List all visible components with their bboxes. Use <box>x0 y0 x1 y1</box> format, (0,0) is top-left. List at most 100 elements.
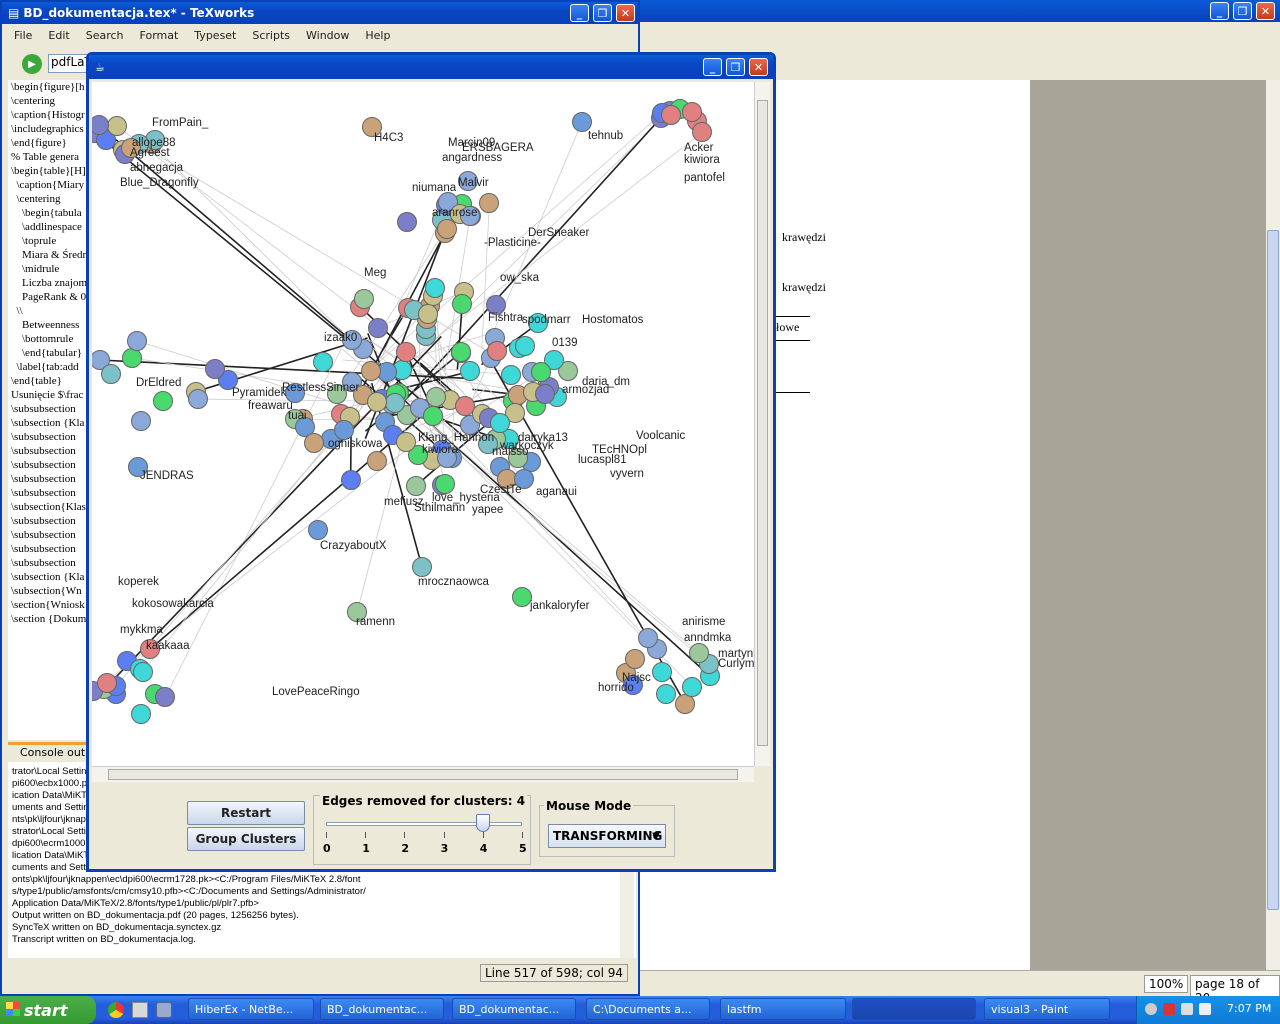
graph-node[interactable] <box>204 358 225 379</box>
graph-node[interactable] <box>132 661 153 682</box>
graph-node[interactable] <box>651 662 672 683</box>
graph-node[interactable] <box>396 431 417 452</box>
graph-titlebar: ☕ <box>89 55 773 79</box>
menu-window[interactable]: Window <box>306 29 349 42</box>
menu-scripts[interactable]: Scripts <box>252 29 290 42</box>
code-line: \section {Dokum <box>11 613 87 625</box>
graph-node[interactable] <box>97 672 118 693</box>
slider-thumb[interactable] <box>475 814 490 832</box>
menu-typeset[interactable]: Typeset <box>194 29 236 42</box>
graph-canvas[interactable]: FromPain_ allope88 Agreest abnegacja Blue_Dr… <box>92 82 754 766</box>
pdf-titlebar <box>640 0 1280 22</box>
graph-node[interactable] <box>572 112 592 132</box>
chevron-down-icon[interactable]: ▼ <box>648 826 664 846</box>
shield-icon[interactable] <box>1163 1003 1175 1015</box>
restart-button[interactable]: Restart <box>187 801 305 825</box>
graph-node[interactable] <box>637 628 658 649</box>
graph-node[interactable] <box>126 330 147 351</box>
menu-help[interactable]: Help <box>365 29 390 42</box>
pdf-scrollbar[interactable] <box>1266 80 1280 970</box>
table-rule <box>776 340 810 341</box>
tray-icon[interactable] <box>1145 1003 1157 1015</box>
node-label: Acker <box>684 142 714 154</box>
quicklaunch-icon[interactable] <box>132 1002 148 1018</box>
graph-node[interactable] <box>500 364 521 385</box>
horizontal-scrollbar[interactable] <box>92 766 754 782</box>
scroll-thumb[interactable] <box>1267 230 1279 910</box>
node-label: Malvir <box>458 177 489 189</box>
graph-node[interactable] <box>682 676 703 697</box>
code-line: \subsubsection <box>11 487 76 499</box>
graph-node[interactable] <box>682 101 703 122</box>
close-icon[interactable]: ✕ <box>749 58 768 76</box>
maximize-icon[interactable]: ❐ <box>593 4 612 22</box>
console-line: s/type1/public/amsfonts/cm/cmsy10.pfb><C… <box>12 886 366 897</box>
graph-node[interactable] <box>531 361 552 382</box>
tray-icon[interactable] <box>1181 1003 1193 1015</box>
graph-node[interactable] <box>425 387 446 408</box>
close-icon[interactable]: ✕ <box>1256 2 1275 20</box>
graph-node[interactable] <box>660 105 681 126</box>
taskbar-item-netbeans[interactable]: HiberEx - NetBe... <box>188 998 314 1020</box>
graph-node[interactable] <box>655 684 676 705</box>
node-label: anndmka <box>684 632 732 644</box>
node-label: Agreest <box>130 147 170 159</box>
chrome-icon[interactable] <box>108 1002 124 1018</box>
group-clusters-button[interactable]: Group Clusters <box>187 827 305 851</box>
slider-track[interactable] <box>326 822 522 826</box>
graph-node[interactable] <box>308 520 328 540</box>
graph-node[interactable] <box>385 392 406 413</box>
ie-icon[interactable] <box>156 1002 172 1018</box>
graph-node[interactable] <box>396 212 417 232</box>
scroll-thumb[interactable] <box>757 100 768 746</box>
code-line: \\ <box>11 305 23 317</box>
minimize-icon[interactable]: _ <box>703 58 722 76</box>
menu-format[interactable]: Format <box>140 29 179 42</box>
taskbar-item-explorer[interactable]: C:\Documents a... <box>586 998 710 1020</box>
graph-node[interactable] <box>340 469 361 490</box>
graph-node[interactable] <box>405 475 426 496</box>
zoom-level[interactable]: 100% <box>1144 975 1189 993</box>
graph-node[interactable] <box>512 587 532 607</box>
graph-node[interactable] <box>100 364 121 385</box>
graph-node[interactable] <box>489 413 510 434</box>
menu-edit[interactable]: Edit <box>48 29 69 42</box>
graph-node[interactable] <box>417 303 438 324</box>
graph-node[interactable] <box>486 341 507 362</box>
taskbar-item-lastfm[interactable]: lastfm <box>720 998 846 1020</box>
graph-node[interactable] <box>312 352 333 373</box>
taskbar-item-pdf[interactable]: BD_dokumentac... <box>452 998 576 1020</box>
menu-file[interactable]: File <box>14 29 32 42</box>
cursor-position: Line 517 of 598; col 94 <box>480 964 629 982</box>
slider-tick-label: 4 <box>479 842 488 855</box>
graph-node[interactable] <box>395 342 416 363</box>
code-editor[interactable]: \begin{figure}[h \centering \caption{Histo… <box>8 80 98 740</box>
speaker-icon[interactable] <box>1199 1003 1211 1015</box>
graph-node[interactable] <box>122 347 143 368</box>
maximize-icon[interactable]: ❐ <box>726 58 745 76</box>
code-line: \bottomrule <box>11 333 74 345</box>
graph-node[interactable] <box>366 391 387 412</box>
taskbar-item-java[interactable] <box>852 998 976 1020</box>
menu-search[interactable]: Search <box>86 29 124 42</box>
vertical-scrollbar[interactable] <box>754 82 770 766</box>
maximize-icon[interactable]: ❐ <box>1233 2 1252 20</box>
slider-tick <box>404 832 406 838</box>
graph-node[interactable] <box>130 703 151 724</box>
taskbar-item-texworks[interactable]: BD_dokumentac... <box>320 998 444 1020</box>
close-icon[interactable]: ✕ <box>616 4 635 22</box>
minimize-icon[interactable]: _ <box>1210 2 1229 20</box>
graph-node[interactable] <box>412 557 432 577</box>
code-line: \subsubsection <box>11 403 76 415</box>
taskbar-item-paint[interactable]: visual3 - Paint <box>984 998 1110 1020</box>
minimize-icon[interactable]: _ <box>570 4 589 22</box>
node-label: TEcHNOpl <box>592 444 647 456</box>
window-title: ▤ BD_dokumentacja.tex* - TeXworks <box>2 2 638 24</box>
graph-node[interactable] <box>106 115 127 136</box>
play-icon[interactable]: ▶ <box>22 54 42 74</box>
scroll-thumb[interactable] <box>108 769 738 780</box>
graph-node[interactable] <box>303 432 324 453</box>
code-line: \subsection {Kla <box>11 417 85 429</box>
graph-node[interactable] <box>152 390 173 411</box>
splitter[interactable] <box>8 742 98 745</box>
